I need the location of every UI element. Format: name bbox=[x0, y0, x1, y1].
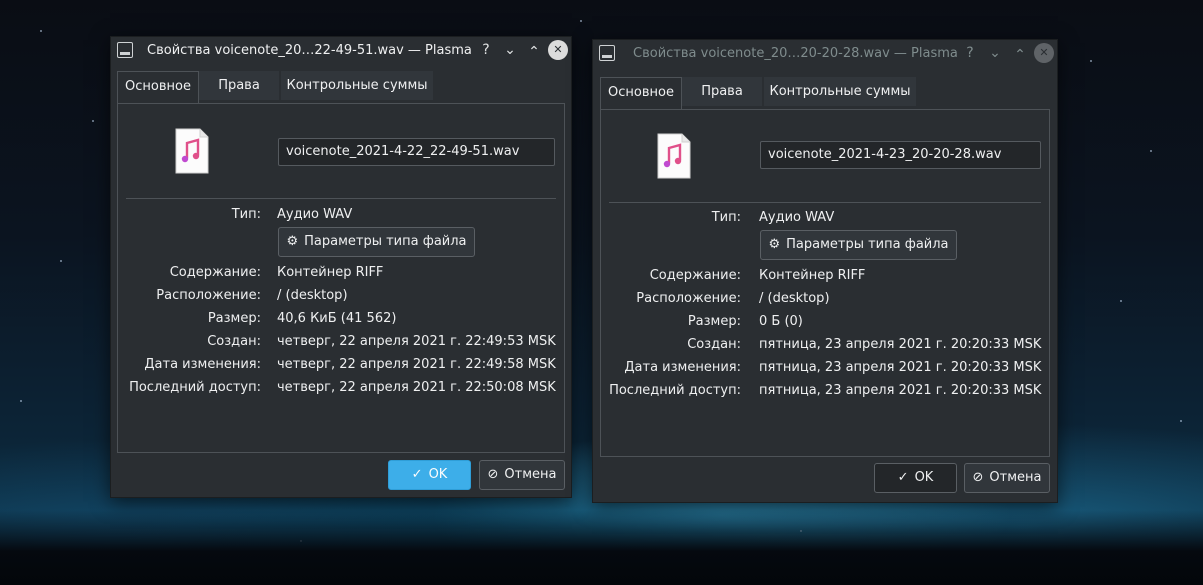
contents-value: Контейнер RIFF bbox=[277, 265, 384, 280]
contents-label: Содержание: bbox=[169, 265, 261, 280]
general-panel: voicenote_2021-4-23_20-20-28.wav Тип: Ау… bbox=[600, 109, 1050, 457]
size-label: Размер: bbox=[207, 311, 261, 326]
accessed-label: Последний доступ: bbox=[129, 380, 261, 395]
location-value: / (desktop) bbox=[277, 288, 348, 303]
maximize-icon[interactable]: ⌃ bbox=[525, 43, 543, 61]
location-label: Расположение: bbox=[636, 291, 741, 306]
file-type-options-button[interactable]: ⚙ Параметры типа файла bbox=[278, 227, 475, 257]
modified-label: Дата изменения: bbox=[144, 357, 261, 372]
accessed-value: четверг, 22 апреля 2021 г. 22:50:08 MSK bbox=[277, 380, 556, 395]
app-icon bbox=[599, 45, 615, 61]
type-value: Аудио WAV bbox=[277, 207, 353, 222]
size-label: Размер: bbox=[687, 314, 741, 329]
location-value: / (desktop) bbox=[759, 291, 830, 306]
tab-general[interactable]: Основное bbox=[600, 77, 682, 109]
wallpaper-horizon bbox=[0, 510, 1203, 585]
window-title: Свойства voicenote_20…22-49-51.wav — Pla… bbox=[147, 43, 472, 58]
created-label: Создан: bbox=[687, 337, 741, 352]
contents-label: Содержание: bbox=[649, 268, 741, 283]
size-value: 40,6 КиБ (41 562) bbox=[277, 311, 397, 326]
app-icon bbox=[117, 42, 133, 58]
cancel-icon: ⊘ bbox=[487, 467, 499, 482]
modified-label: Дата изменения: bbox=[624, 360, 741, 375]
minimize-icon[interactable]: ⌄ bbox=[986, 44, 1004, 62]
cancel-icon: ⊘ bbox=[972, 470, 984, 485]
close-icon[interactable]: ✕ bbox=[1034, 43, 1054, 63]
tab-checksums[interactable]: Контрольные суммы bbox=[281, 71, 433, 100]
type-label: Тип: bbox=[231, 207, 261, 222]
close-icon[interactable]: ✕ bbox=[548, 40, 568, 60]
type-value: Аудио WAV bbox=[759, 210, 835, 225]
properties-dialog-2: Свойства voicenote_20…20-20-28.wav — Pla… bbox=[592, 39, 1058, 503]
filename-input[interactable]: voicenote_2021-4-22_22-49-51.wav bbox=[278, 138, 555, 166]
modified-value: пятница, 23 апреля 2021 г. 20:20:33 MSK bbox=[759, 360, 1042, 375]
ok-button[interactable]: ✓ OK bbox=[388, 460, 471, 490]
check-icon: ✓ bbox=[897, 470, 909, 485]
tab-permissions[interactable]: Права bbox=[682, 77, 762, 106]
audio-file-icon bbox=[175, 128, 209, 174]
divider bbox=[126, 198, 556, 199]
titlebar[interactable]: Свойства voicenote_20…22-49-51.wav — Pla… bbox=[111, 37, 571, 67]
help-icon[interactable]: ? bbox=[961, 44, 979, 62]
general-panel: voicenote_2021-4-22_22-49-51.wav Тип: Ау… bbox=[117, 103, 565, 453]
contents-value: Контейнер RIFF bbox=[759, 268, 866, 283]
window-title: Свойства voicenote_20…20-20-28.wav — Pla… bbox=[633, 46, 958, 61]
tab-permissions[interactable]: Права bbox=[199, 71, 279, 100]
tab-checksums[interactable]: Контрольные суммы bbox=[764, 77, 916, 106]
size-value: 0 Б (0) bbox=[759, 314, 803, 329]
cancel-button[interactable]: ⊘ Отмена bbox=[964, 463, 1050, 493]
file-type-options-button[interactable]: ⚙ Параметры типа файла bbox=[760, 230, 957, 260]
location-label: Расположение: bbox=[156, 288, 261, 303]
audio-file-icon bbox=[657, 133, 691, 179]
created-value: четверг, 22 апреля 2021 г. 22:49:53 MSK bbox=[277, 334, 556, 349]
divider bbox=[609, 202, 1041, 203]
accessed-value: пятница, 23 апреля 2021 г. 20:20:33 MSK bbox=[759, 383, 1042, 398]
tab-general[interactable]: Основное bbox=[117, 71, 199, 103]
maximize-icon[interactable]: ⌃ bbox=[1011, 46, 1029, 64]
minimize-icon[interactable]: ⌄ bbox=[501, 41, 519, 59]
type-label: Тип: bbox=[711, 210, 741, 225]
accessed-label: Последний доступ: bbox=[609, 383, 741, 398]
check-icon: ✓ bbox=[411, 467, 423, 482]
properties-dialog-1: Свойства voicenote_20…22-49-51.wav — Pla… bbox=[110, 36, 572, 498]
filename-input[interactable]: voicenote_2021-4-23_20-20-28.wav bbox=[760, 141, 1041, 169]
modified-value: четверг, 22 апреля 2021 г. 22:49:58 MSK bbox=[277, 357, 556, 372]
created-value: пятница, 23 апреля 2021 г. 20:20:33 MSK bbox=[759, 337, 1042, 352]
created-label: Создан: bbox=[207, 334, 261, 349]
help-icon[interactable]: ? bbox=[477, 41, 495, 59]
ok-button[interactable]: ✓ OK bbox=[874, 463, 957, 493]
cancel-button[interactable]: ⊘ Отмена bbox=[479, 460, 565, 490]
titlebar[interactable]: Свойства voicenote_20…20-20-28.wav — Pla… bbox=[593, 40, 1057, 70]
settings-icon: ⚙ bbox=[286, 234, 299, 249]
settings-icon: ⚙ bbox=[768, 237, 781, 252]
